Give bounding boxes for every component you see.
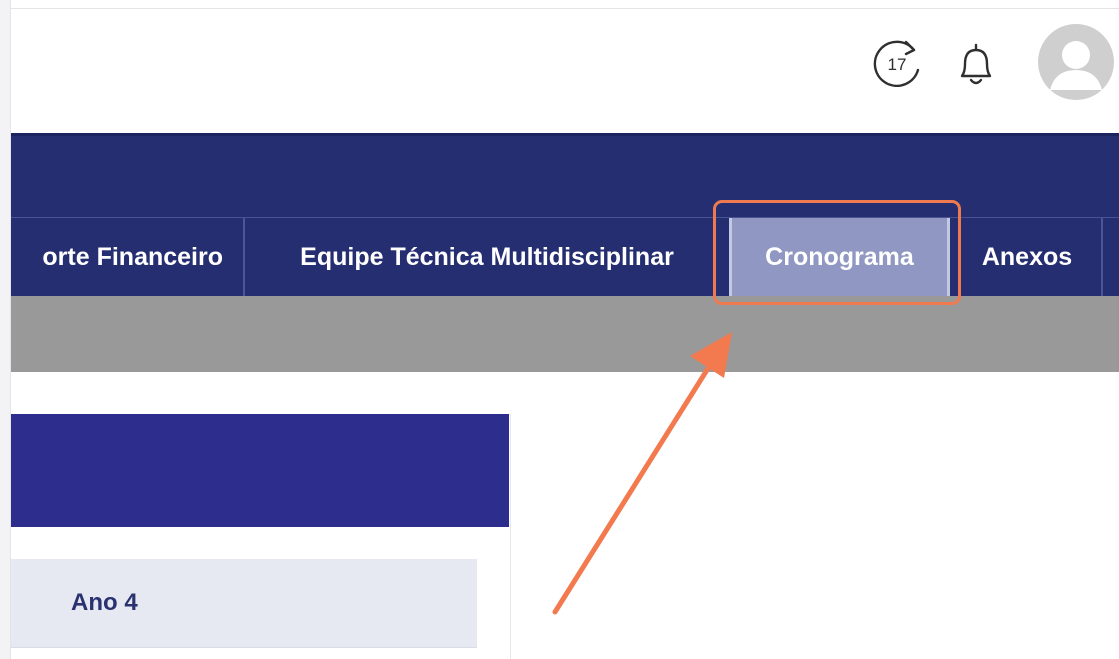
tab-equipe-tecnica[interactable]: Equipe Técnica Multidisciplinar — [245, 218, 729, 296]
year-label: Ano 4 — [71, 589, 138, 616]
bell-icon[interactable] — [953, 40, 999, 90]
tab-label: Cronograma — [765, 242, 914, 271]
row-divider — [11, 647, 477, 648]
tab-anexos[interactable]: Anexos — [952, 218, 1102, 296]
card-header — [11, 414, 509, 527]
sub-band — [11, 296, 1119, 372]
nav-band — [11, 133, 1119, 220]
tab-suporte-financeiro[interactable]: orte Financeiro — [11, 218, 243, 296]
history-badge: 17 — [888, 55, 907, 74]
history-icon[interactable]: 17 — [870, 36, 926, 92]
tab-label: orte Financeiro — [42, 242, 223, 271]
tab-label: Equipe Técnica Multidisciplinar — [300, 242, 674, 271]
avatar[interactable] — [1033, 24, 1119, 100]
tab-divider — [1101, 218, 1103, 296]
year-row: Ano 4 — [11, 559, 477, 647]
frame-left-edge — [0, 0, 10, 659]
tab-cronograma[interactable]: Cronograma — [729, 218, 950, 296]
tab-label: Anexos — [981, 242, 1073, 271]
